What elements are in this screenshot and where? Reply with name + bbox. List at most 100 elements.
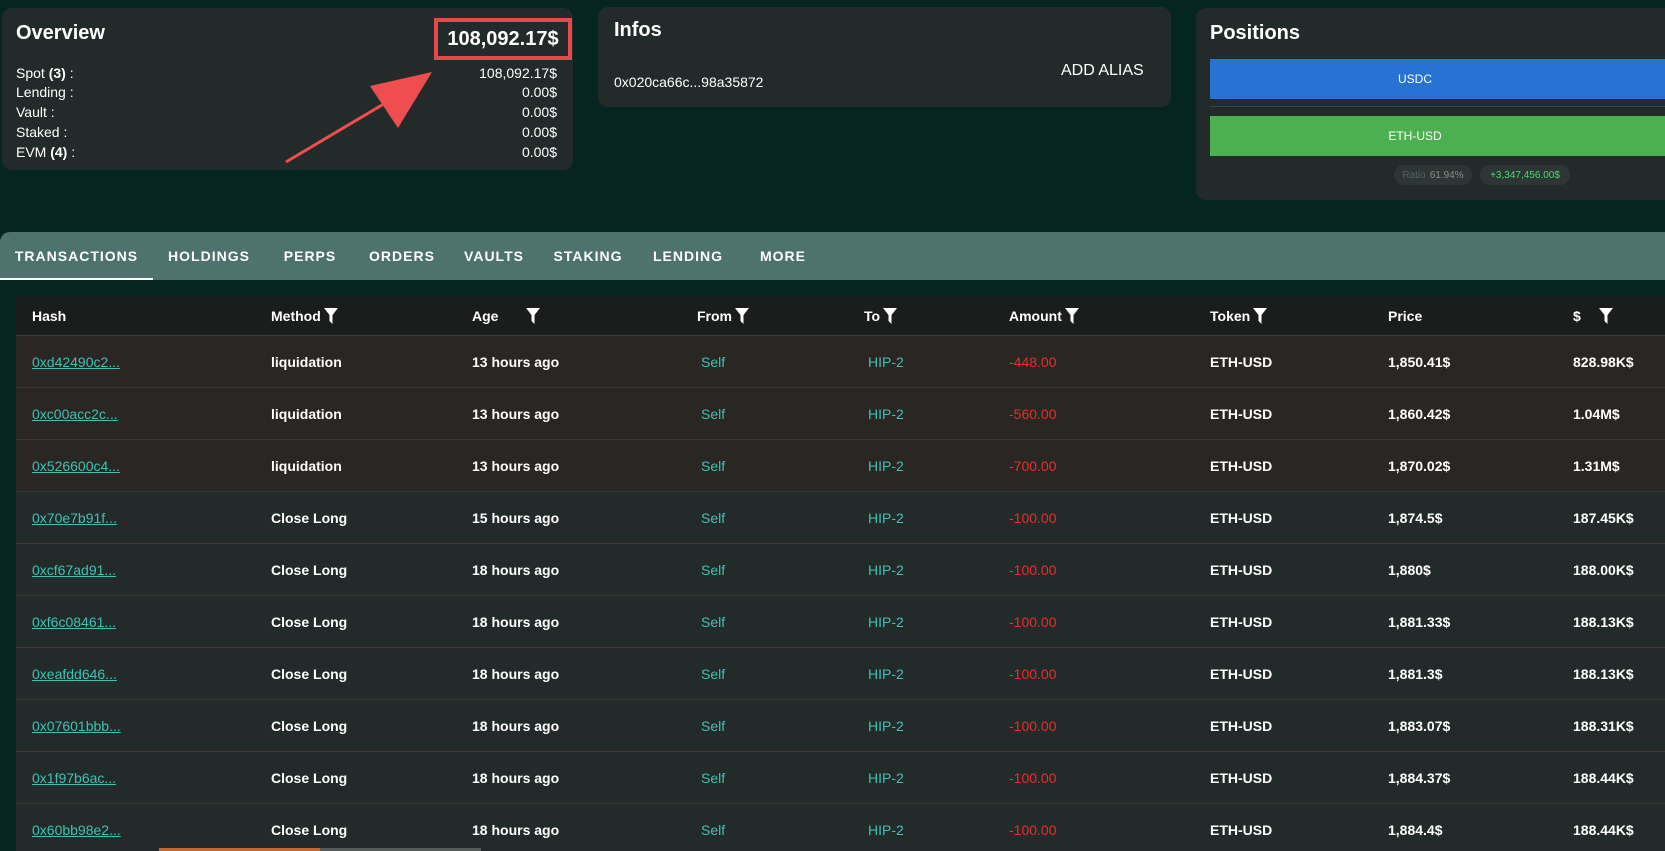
column-header-age[interactable]: Age <box>472 296 541 335</box>
token-cell: ETH-USD <box>1210 353 1273 370</box>
age-cell: 13 hours ago <box>472 353 560 370</box>
method-cell: liquidation <box>271 457 342 474</box>
overview-card: Overview 108,092.17$ Spot (3) : 108,092.… <box>2 8 573 170</box>
to-link[interactable]: HIP-2 <box>868 388 904 439</box>
tx-hash-link[interactable]: 0xcf67ad91... <box>32 544 116 595</box>
column-header-usd[interactable]: $ <box>1573 296 1613 335</box>
usd-value-cell: 188.44K$ <box>1573 821 1634 838</box>
price-cell: 1,870.02$ <box>1388 457 1451 474</box>
tx-hash-link[interactable]: 0x526600c4... <box>32 440 120 491</box>
overview-value: 0.00$ <box>521 104 557 120</box>
tab-transactions[interactable]: TRANSACTIONS <box>0 232 153 280</box>
price-cell: 1,850.41$ <box>1388 353 1451 370</box>
filter-icon[interactable] <box>323 307 338 324</box>
from-link[interactable]: Self <box>701 440 725 491</box>
wallet-address[interactable]: 0x020ca66c...98a35872 <box>614 74 763 90</box>
amount-cell: -100.00 <box>1009 769 1057 786</box>
tab-lending[interactable]: LENDING <box>646 232 730 280</box>
filter-icon[interactable] <box>526 307 541 324</box>
add-alias-button[interactable]: ADD ALIAS <box>1061 62 1144 80</box>
to-link[interactable]: HIP-2 <box>868 596 904 647</box>
method-cell: Close Long <box>271 561 348 578</box>
age-cell: 18 hours ago <box>472 561 560 578</box>
position-bar-eth-usd[interactable]: ETH-USD <box>1210 116 1665 156</box>
from-link[interactable]: Self <box>701 388 725 439</box>
from-link[interactable]: Self <box>701 804 725 851</box>
column-header-amount[interactable]: Amount <box>1009 296 1079 335</box>
tx-hash-link[interactable]: 0x70e7b91f... <box>32 492 117 543</box>
age-cell: 15 hours ago <box>472 509 560 526</box>
tx-hash-link[interactable]: 0xeafdd646... <box>32 648 117 699</box>
from-link[interactable]: Self <box>701 544 725 595</box>
table-row: 0xf6c08461... Close Long 18 hours ago Self H… <box>16 596 1665 648</box>
filter-icon[interactable] <box>1253 307 1268 324</box>
overview-value: 0.00$ <box>521 84 557 100</box>
from-link[interactable]: Self <box>701 700 725 751</box>
method-cell: Close Long <box>271 509 348 526</box>
filter-icon[interactable] <box>735 307 749 324</box>
to-link[interactable]: HIP-2 <box>868 752 904 803</box>
from-link[interactable]: Self <box>701 492 725 543</box>
tx-hash-link[interactable]: 0xc00acc2c... <box>32 388 118 439</box>
price-cell: 1,884.4$ <box>1388 821 1443 838</box>
overview-total: 108,092.17$ <box>434 18 572 60</box>
token-cell: ETH-USD <box>1210 821 1273 838</box>
position-bar-usdc[interactable]: USDC <box>1210 59 1665 99</box>
tab-orders[interactable]: ORDERS <box>362 232 442 280</box>
pnl-badge: +3,347,456.00$ <box>1480 165 1570 185</box>
tx-hash-link[interactable]: 0x07601bbb... <box>32 700 121 751</box>
tab-staking[interactable]: STAKING <box>547 232 629 280</box>
column-header-to[interactable]: To <box>864 296 898 335</box>
age-cell: 18 hours ago <box>472 665 560 682</box>
amount-cell: -100.00 <box>1009 613 1057 630</box>
overview-value: 108,092.17$ <box>479 65 557 81</box>
to-link[interactable]: HIP-2 <box>868 648 904 699</box>
usd-value-cell: 188.13K$ <box>1573 613 1634 630</box>
tab-holdings[interactable]: HOLDINGS <box>158 232 260 280</box>
table-row: 0xcf67ad91... Close Long 18 hours ago Self H… <box>16 544 1665 596</box>
from-link[interactable]: Self <box>701 336 725 387</box>
token-cell: ETH-USD <box>1210 405 1273 422</box>
positions-title: Positions <box>1210 22 1301 44</box>
age-cell: 18 hours ago <box>472 717 560 734</box>
column-header-from[interactable]: From <box>697 296 749 335</box>
method-cell: Close Long <box>271 613 348 630</box>
table-row: 0x70e7b91f... Close Long 15 hours ago Self H… <box>16 492 1665 544</box>
divider <box>1210 106 1665 107</box>
tab-vaults[interactable]: VAULTS <box>457 232 531 280</box>
tx-hash-link[interactable]: 0x1f97b6ac... <box>32 752 116 803</box>
to-link[interactable]: HIP-2 <box>868 700 904 751</box>
from-link[interactable]: Self <box>701 752 725 803</box>
infos-card: Infos 0x020ca66c...98a35872 <box>598 7 1171 107</box>
to-link[interactable]: HIP-2 <box>868 336 904 387</box>
tx-hash-link[interactable]: 0xd42490c2... <box>32 336 120 387</box>
age-cell: 13 hours ago <box>472 405 560 422</box>
table-row: 0x526600c4... liquidation 13 hours ago Self… <box>16 440 1665 492</box>
method-cell: Close Long <box>271 769 348 786</box>
filter-icon[interactable] <box>883 307 898 324</box>
age-cell: 18 hours ago <box>472 769 560 786</box>
tx-hash-link[interactable]: 0xf6c08461... <box>32 596 116 647</box>
to-link[interactable]: HIP-2 <box>868 544 904 595</box>
amount-cell: -100.00 <box>1009 717 1057 734</box>
tab-more[interactable]: MORE <box>754 232 812 280</box>
column-header-hash: Hash <box>32 307 67 324</box>
method-cell: Close Long <box>271 821 348 838</box>
amount-cell: -100.00 <box>1009 665 1057 682</box>
filter-icon[interactable] <box>1598 307 1613 324</box>
to-link[interactable]: HIP-2 <box>868 804 904 851</box>
tx-hash-link[interactable]: 0x60bb98e2... <box>32 804 121 851</box>
from-link[interactable]: Self <box>701 596 725 647</box>
to-link[interactable]: HIP-2 <box>868 440 904 491</box>
usd-value-cell: 187.45K$ <box>1573 509 1634 526</box>
usd-value-cell: 188.44K$ <box>1573 769 1634 786</box>
method-cell: liquidation <box>271 405 342 422</box>
from-link[interactable]: Self <box>701 648 725 699</box>
column-header-token[interactable]: Token <box>1210 296 1268 335</box>
tab-perps[interactable]: PERPS <box>275 232 345 280</box>
age-cell: 18 hours ago <box>472 821 560 838</box>
to-link[interactable]: HIP-2 <box>868 492 904 543</box>
method-cell: liquidation <box>271 353 342 370</box>
filter-icon[interactable] <box>1064 307 1079 324</box>
column-header-method[interactable]: Method <box>271 296 338 335</box>
